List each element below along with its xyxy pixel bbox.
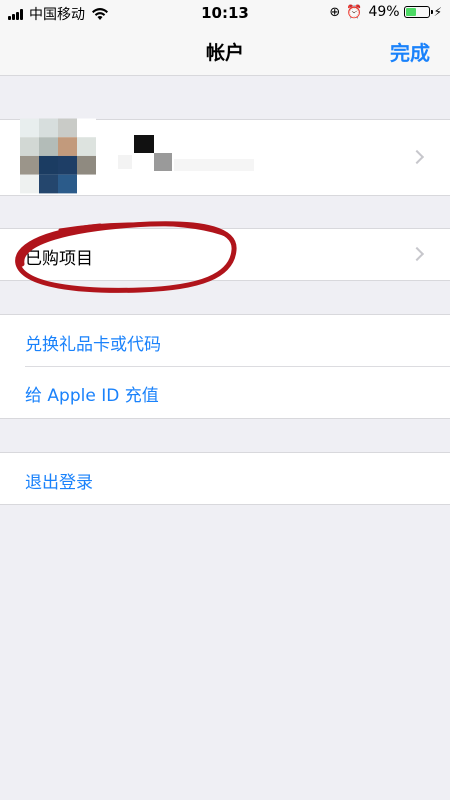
page-title: 帐户 (205, 42, 244, 64)
profile-row[interactable] (0, 118, 450, 197)
purchased-label: 已购项目 (25, 249, 93, 269)
status-bar: 中国移动 10:13 ⊕ ⏰ 49% ⚡ (0, 0, 450, 26)
sign-out-row[interactable]: 退出登录 (0, 453, 450, 504)
add-funds-label: 给 Apple ID 充值 (25, 386, 159, 406)
profile-group (0, 118, 450, 197)
battery-percent: 49% (368, 4, 400, 20)
signout-group: 退出登录 (0, 452, 450, 505)
redeem-gift-card-row[interactable]: 兑换礼品卡或代码 (0, 315, 450, 366)
charging-bolt-icon: ⚡ (433, 5, 442, 19)
redeem-gift-card-label: 兑换礼品卡或代码 (25, 335, 161, 355)
add-funds-row[interactable]: 给 Apple ID 充值 (0, 366, 450, 418)
navigation-bar: 帐户 完成 (0, 26, 450, 76)
account-name-mosaic (118, 135, 278, 177)
done-button[interactable]: 完成 (390, 37, 430, 66)
sign-out-label: 退出登录 (25, 473, 93, 493)
purchased-row[interactable]: 已购项目 (0, 229, 450, 280)
redeem-group: 兑换礼品卡或代码 给 Apple ID 充值 (0, 314, 450, 419)
status-right: ⊕ ⏰ 49% ⚡ (329, 4, 442, 20)
rotation-lock-icon: ⊕ (329, 4, 341, 20)
alarm-icon: ⏰ (346, 4, 363, 20)
avatar (20, 118, 96, 197)
battery-icon (403, 6, 433, 18)
purchased-group: 已购项目 (0, 228, 450, 281)
chevron-right-icon (409, 149, 425, 165)
chevron-right-icon (409, 246, 425, 262)
